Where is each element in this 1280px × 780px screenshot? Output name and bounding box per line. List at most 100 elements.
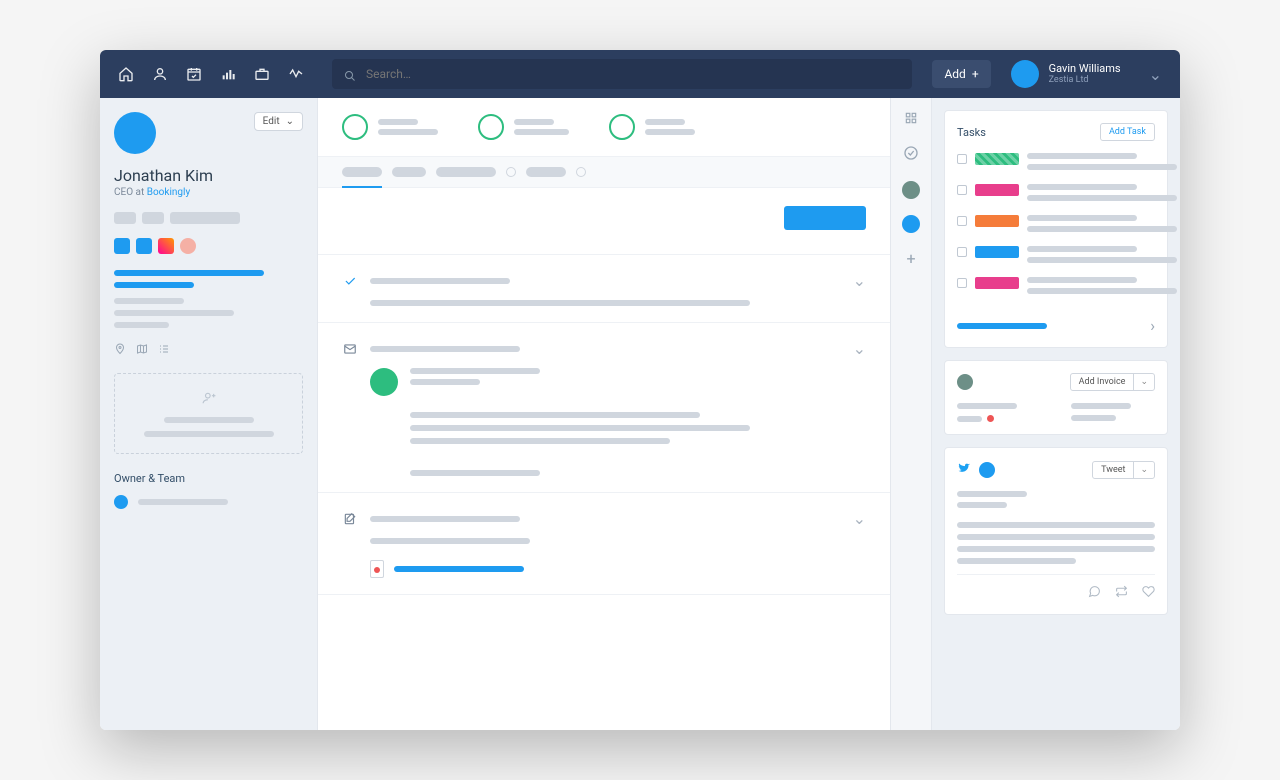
tab-badge xyxy=(506,167,516,177)
tab[interactable] xyxy=(342,167,382,177)
summary-item[interactable] xyxy=(478,114,569,140)
retweet-icon[interactable] xyxy=(1115,583,1128,602)
profile-avatar[interactable] xyxy=(114,112,156,154)
feed-body xyxy=(342,368,866,476)
task-checkbox[interactable] xyxy=(957,185,967,195)
tweet-button[interactable]: Tweet⌄ xyxy=(1092,461,1155,479)
check-icon xyxy=(342,274,358,288)
plus-icon: + xyxy=(972,67,979,81)
add-invoice-button[interactable]: Add Invoice⌄ xyxy=(1070,373,1155,391)
chevron-down-icon: ⌄ xyxy=(1149,65,1162,84)
feed-body xyxy=(342,300,866,306)
primary-button[interactable] xyxy=(784,206,866,230)
tab[interactable] xyxy=(436,167,496,177)
placeholder-line xyxy=(1027,153,1137,159)
summary-item[interactable] xyxy=(342,114,438,140)
tag-chip[interactable] xyxy=(170,212,240,224)
placeholder-line xyxy=(114,310,234,316)
task-row[interactable] xyxy=(957,215,1155,232)
summary-item[interactable] xyxy=(609,114,695,140)
search-input[interactable] xyxy=(332,59,912,89)
panel-avatar xyxy=(979,462,995,478)
tasks-title: Tasks xyxy=(957,126,986,139)
list-icon[interactable] xyxy=(158,340,170,359)
placeholder-line xyxy=(957,546,1155,552)
task-row[interactable] xyxy=(957,277,1155,294)
person-add-icon xyxy=(202,390,216,409)
person-icon[interactable] xyxy=(152,66,168,82)
empty-card[interactable] xyxy=(114,373,303,454)
plus-icon[interactable]: + xyxy=(906,249,915,268)
reply-icon[interactable] xyxy=(1088,583,1101,602)
placeholder-line xyxy=(957,558,1076,564)
tab-badge xyxy=(576,167,586,177)
rail-avatar[interactable] xyxy=(902,181,920,199)
social-icon[interactable] xyxy=(114,238,130,254)
ring-icon xyxy=(609,114,635,140)
placeholder-line xyxy=(1027,184,1137,190)
center-panel: ⌄ ⌄ xyxy=(318,98,890,730)
rail-avatar[interactable] xyxy=(902,215,920,233)
tag-chip[interactable] xyxy=(114,212,136,224)
feed-body xyxy=(342,538,866,578)
feed-item-email: ⌄ xyxy=(318,323,890,493)
heart-icon[interactable] xyxy=(1142,583,1155,602)
attachment-name xyxy=(394,566,524,572)
invoice-panel: Add Invoice⌄ xyxy=(944,360,1168,435)
twitter-icon xyxy=(957,460,971,479)
check-circle-icon[interactable] xyxy=(903,145,919,165)
tab[interactable] xyxy=(526,167,566,177)
task-checkbox[interactable] xyxy=(957,216,967,226)
team-avatar xyxy=(114,495,128,509)
tab[interactable] xyxy=(392,167,426,177)
tasks-more-row[interactable]: › xyxy=(957,308,1155,335)
pin-icon[interactable] xyxy=(114,340,126,359)
home-icon[interactable] xyxy=(118,66,134,82)
placeholder-line xyxy=(370,300,750,306)
chevron-down-icon[interactable]: ⌄ xyxy=(853,509,866,528)
task-row[interactable] xyxy=(957,246,1155,263)
chevron-down-icon[interactable]: ⌄ xyxy=(853,339,866,358)
mail-icon xyxy=(342,342,358,356)
feed-header[interactable]: ⌄ xyxy=(342,271,866,290)
edit-button[interactable]: Edit⌄ xyxy=(254,112,303,131)
feed-header[interactable]: ⌄ xyxy=(342,339,866,358)
chevron-down-icon: ⌄ xyxy=(1133,374,1154,390)
team-member-row[interactable] xyxy=(114,495,303,509)
chevron-down-icon[interactable]: ⌄ xyxy=(853,271,866,290)
placeholder-line xyxy=(138,499,228,505)
placeholder-line xyxy=(645,129,695,135)
task-checkbox[interactable] xyxy=(957,154,967,164)
attachment-row[interactable] xyxy=(370,560,866,578)
placeholder-line xyxy=(410,425,750,431)
briefcase-icon[interactable] xyxy=(254,66,270,82)
bars-icon[interactable] xyxy=(220,66,236,82)
task-tag xyxy=(975,153,1019,165)
task-checkbox[interactable] xyxy=(957,278,967,288)
map-icon[interactable] xyxy=(136,340,148,359)
placeholder-line xyxy=(1027,288,1177,294)
task-row[interactable] xyxy=(957,153,1155,170)
placeholder-line xyxy=(1027,246,1137,252)
grid-icon[interactable] xyxy=(904,110,918,129)
social-icon[interactable] xyxy=(136,238,152,254)
profile-header: Edit⌄ xyxy=(114,112,303,154)
social-icon[interactable] xyxy=(180,238,196,254)
placeholder-line xyxy=(1027,277,1137,283)
calendar-icon[interactable] xyxy=(186,66,202,82)
tag-chip[interactable] xyxy=(142,212,164,224)
task-checkbox[interactable] xyxy=(957,247,967,257)
placeholder-line xyxy=(957,416,982,422)
placeholder-line xyxy=(1027,164,1177,170)
add-task-button[interactable]: Add Task xyxy=(1100,123,1155,141)
tasks-panel: Tasks Add Task › xyxy=(944,110,1168,348)
placeholder-line xyxy=(370,278,510,284)
body: Edit⌄ Jonathan Kim CEO at Bookingly xyxy=(100,98,1180,730)
add-button[interactable]: Add+ xyxy=(932,60,990,88)
activity-icon[interactable] xyxy=(288,66,304,82)
user-menu[interactable]: Gavin Williams Zestia Ltd ⌄ xyxy=(1011,60,1162,88)
company-link[interactable]: Bookingly xyxy=(147,187,190,198)
task-row[interactable] xyxy=(957,184,1155,201)
social-icon[interactable] xyxy=(158,238,174,254)
feed-header[interactable]: ⌄ xyxy=(342,509,866,528)
